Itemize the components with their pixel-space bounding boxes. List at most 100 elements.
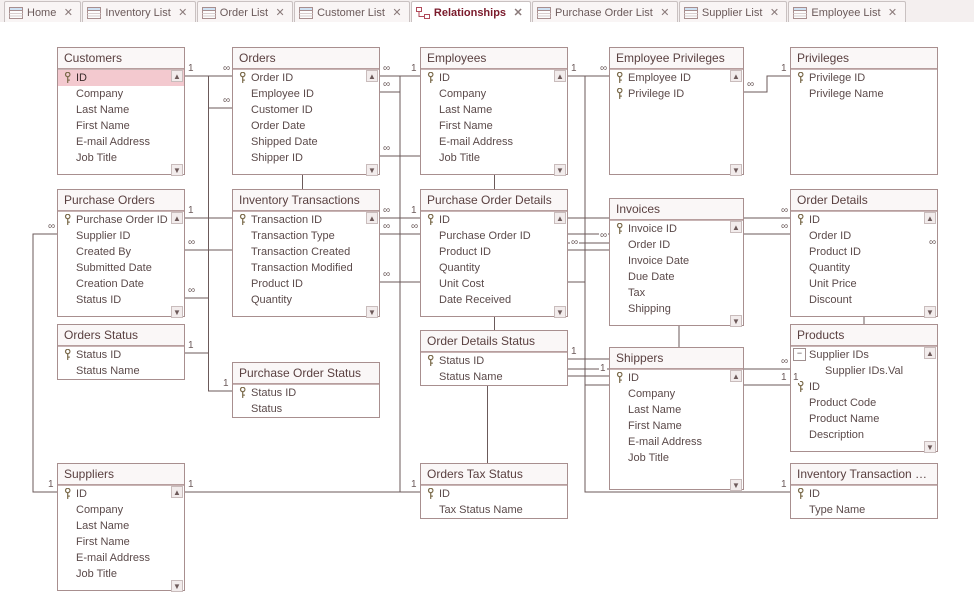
field-row[interactable]: Company [610,386,743,402]
table-inv_trans[interactable]: Inventory TransactionsTransaction IDTran… [232,189,380,317]
field-row[interactable]: Order ID [233,70,379,86]
table-title[interactable]: Employee Privileges [610,48,743,69]
scroll-down-icon[interactable]: ▼ [171,164,183,176]
table-title[interactable]: Products [791,325,937,346]
close-icon[interactable]: ✕ [177,6,189,19]
scroll-up-icon[interactable]: ▲ [171,486,183,498]
field-row[interactable]: ID [791,486,937,502]
field-row[interactable]: Due Date [610,269,743,285]
field-row[interactable]: E-mail Address [58,134,184,150]
field-row[interactable]: Supplier IDs.Val [791,363,937,379]
field-row[interactable]: Purchase Order ID [421,228,567,244]
tab-customer-list[interactable]: Customer List✕ [294,1,410,23]
field-row[interactable]: E-mail Address [421,134,567,150]
field-row[interactable]: Job Title [58,150,184,166]
field-row[interactable]: Description [791,427,937,443]
tab-supplier-list[interactable]: Supplier List✕ [679,1,788,23]
field-row[interactable]: ID [421,486,567,502]
table-title[interactable]: Suppliers [58,464,184,485]
field-row[interactable]: Status [233,401,379,417]
scroll-up-icon[interactable]: ▲ [171,70,183,82]
field-row[interactable]: Employee ID [233,86,379,102]
field-row[interactable]: Unit Price [791,276,937,292]
scroll-up-icon[interactable]: ▲ [554,212,566,224]
field-row[interactable]: Shipped Date [233,134,379,150]
field-row[interactable]: Customer ID [233,102,379,118]
table-orders_tax_status[interactable]: Orders Tax StatusIDTax Status Name [420,463,568,519]
field-row[interactable]: Order ID [791,228,937,244]
tab-employee-list[interactable]: Employee List✕ [788,1,905,23]
table-title[interactable]: Orders [233,48,379,69]
field-row[interactable]: Privilege ID [791,70,937,86]
field-row[interactable]: Status ID [233,385,379,401]
scroll-up-icon[interactable]: ▲ [924,347,936,359]
field-row[interactable]: Status ID [58,292,184,308]
field-row[interactable]: E-mail Address [58,550,184,566]
field-row[interactable]: Product ID [233,276,379,292]
table-orders_status[interactable]: Orders StatusStatus IDStatus Name [57,324,185,380]
close-icon[interactable]: ✕ [887,6,899,19]
field-row[interactable]: Purchase Order ID [58,212,184,228]
field-row[interactable]: Job Title [610,450,743,466]
scroll-up-icon[interactable]: ▲ [171,212,183,224]
scroll-down-icon[interactable]: ▼ [366,164,378,176]
field-row[interactable]: Job Title [421,150,567,166]
scroll-down-icon[interactable]: ▼ [554,164,566,176]
field-row[interactable]: Product ID [421,244,567,260]
scrollbar[interactable]: ▲▼ [171,212,183,318]
table-customers[interactable]: CustomersIDCompanyLast NameFirst NameE-m… [57,47,185,175]
field-row[interactable]: Transaction ID [233,212,379,228]
table-title[interactable]: Order Details [791,190,937,211]
scroll-up-icon[interactable]: ▲ [366,212,378,224]
table-po_status[interactable]: Purchase Order StatusStatus IDStatus [232,362,380,418]
field-row[interactable]: Last Name [610,402,743,418]
scrollbar[interactable]: ▲▼ [366,70,378,176]
field-row[interactable]: Last Name [58,518,184,534]
scroll-up-icon[interactable]: ▲ [554,70,566,82]
table-shippers[interactable]: ShippersIDCompanyLast NameFirst NameE-ma… [609,347,744,490]
close-icon[interactable]: ✕ [512,6,524,19]
field-row[interactable]: Shipper ID [233,150,379,166]
field-row[interactable]: Product Code [791,395,937,411]
table-title[interactable]: Inventory Transaction … [791,464,937,485]
field-row[interactable]: First Name [58,118,184,134]
scroll-up-icon[interactable]: ▲ [730,70,742,82]
table-po_details[interactable]: Purchase Order DetailsIDPurchase Order I… [420,189,568,317]
table-employees[interactable]: EmployeesIDCompanyLast NameFirst NameE-m… [420,47,568,175]
field-row[interactable]: Type Name [791,502,937,518]
table-title[interactable]: Purchase Order Status [233,363,379,384]
expand-minus-icon[interactable]: − [793,348,806,361]
field-row[interactable]: Invoice Date [610,253,743,269]
table-title[interactable]: Privileges [791,48,937,69]
scroll-up-icon[interactable]: ▲ [730,370,742,382]
field-row[interactable]: Job Title [58,566,184,582]
scrollbar[interactable]: ▲▼ [730,370,742,491]
close-icon[interactable]: ✕ [274,6,286,19]
field-row[interactable]: Company [58,502,184,518]
field-row[interactable]: Privilege Name [791,86,937,102]
field-row[interactable]: Quantity [791,260,937,276]
field-row[interactable]: Transaction Created [233,244,379,260]
scroll-down-icon[interactable]: ▼ [730,164,742,176]
field-row[interactable]: Company [421,86,567,102]
close-icon[interactable]: ✕ [659,6,671,19]
tab-purchase-order-list[interactable]: Purchase Order List✕ [532,1,678,23]
field-row[interactable]: Last Name [421,102,567,118]
field-row[interactable]: First Name [421,118,567,134]
field-row[interactable]: Status ID [58,347,184,363]
field-row[interactable]: ID [421,212,567,228]
tab-relationships[interactable]: Relationships✕ [411,1,531,23]
field-row[interactable]: ID [610,370,743,386]
field-row[interactable]: Quantity [233,292,379,308]
scrollbar[interactable]: ▲▼ [171,70,183,176]
tab-home[interactable]: Home✕ [4,1,81,23]
scrollbar[interactable]: ▲▼ [730,70,742,176]
field-row[interactable]: Status ID [421,353,567,369]
field-row[interactable]: Last Name [58,102,184,118]
table-privileges[interactable]: PrivilegesPrivilege IDPrivilege Name [790,47,938,175]
relationships-canvas[interactable]: CustomersIDCompanyLast NameFirst NameE-m… [0,22,974,608]
field-row[interactable]: E-mail Address [610,434,743,450]
table-title[interactable]: Customers [58,48,184,69]
field-row[interactable]: Tax [610,285,743,301]
scroll-down-icon[interactable]: ▼ [366,306,378,318]
